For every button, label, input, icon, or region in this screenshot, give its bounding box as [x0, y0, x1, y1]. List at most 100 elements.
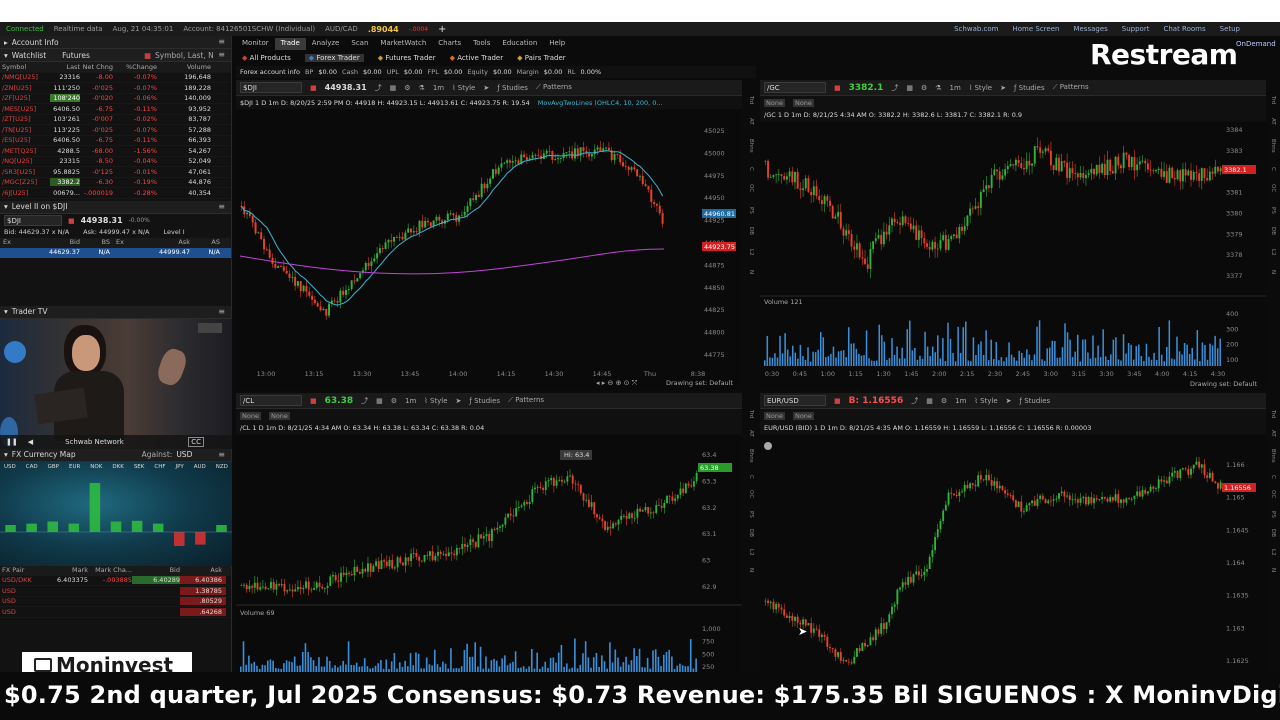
side-tool-l2[interactable]: L2	[748, 549, 754, 556]
symbol-input[interactable]: EUR/USD	[764, 395, 826, 406]
watchlist-row[interactable]: /MGC[Z25] 3382.2 -6.30 -0.19% 44,876	[0, 178, 231, 188]
side-tool-l2[interactable]: L2	[1270, 249, 1276, 256]
link-none-1[interactable]: None	[764, 98, 785, 107]
fx-currency-eur[interactable]: EUR	[69, 464, 80, 470]
fx-currency-jpy[interactable]: JPY	[176, 464, 184, 470]
style-button[interactable]: ⌇ Style	[969, 84, 992, 92]
gear-icon[interactable]: ⚙	[941, 397, 947, 405]
link-setup[interactable]: Setup	[1220, 25, 1240, 33]
fx-against-select[interactable]: USD	[176, 450, 192, 459]
fx-col-bid[interactable]: Bid	[132, 566, 180, 576]
side-tool-c[interactable]: C	[748, 475, 754, 479]
fx-map-menu-icon[interactable]: ≡	[218, 450, 225, 459]
side-tool-db[interactable]: DB	[1270, 227, 1276, 235]
flag-icon[interactable]: ■	[310, 84, 317, 92]
side-tool-ps[interactable]: PS	[1270, 511, 1276, 518]
nav-tab-trade[interactable]: Trade	[274, 38, 306, 50]
side-tool-oc[interactable]: OC	[748, 490, 754, 498]
fx-currency-dkk[interactable]: DKK	[112, 464, 123, 470]
fx-row[interactable]: USD .64268	[0, 607, 231, 618]
nav-tab-education[interactable]: Education	[496, 38, 543, 50]
side-tool-c[interactable]: C	[1270, 167, 1276, 171]
grid-icon[interactable]: ▦	[376, 397, 383, 405]
level2-row[interactable]: 44629.37 N/A 44999.47 N/A	[0, 247, 231, 258]
side-tool-n[interactable]: N	[748, 568, 754, 572]
flag-icon[interactable]: ■	[68, 217, 75, 225]
collapse-icon[interactable]: ▾	[4, 51, 8, 60]
watchlist-row[interactable]: /SR3[U25] 95.8825 -0'125 -0.01% 47,061	[0, 167, 231, 178]
cc-icon[interactable]: CC	[188, 436, 204, 447]
drawing-set-label[interactable]: Drawing set: Default	[1190, 380, 1257, 388]
link-none-2[interactable]: None	[268, 411, 290, 420]
sub-tab-2[interactable]: ◆ Futures Trader	[378, 54, 436, 62]
fx-row[interactable]: USD .80529	[0, 597, 231, 607]
link-schwab[interactable]: Schwab.com	[954, 25, 998, 33]
side-tool-db[interactable]: DB	[1270, 529, 1276, 537]
tv-channel[interactable]: Schwab Network	[65, 438, 124, 446]
side-tool-oc[interactable]: OC	[1270, 490, 1276, 498]
patterns-button[interactable]: ⟋ Patterns	[536, 83, 572, 92]
sub-tab-3[interactable]: ◆ Active Trader	[450, 54, 504, 62]
collapse-icon[interactable]: ▾	[4, 202, 8, 211]
col-volume[interactable]: Volume	[157, 63, 215, 71]
symbol-input[interactable]: $DJI	[240, 82, 302, 93]
side-tool-bhns[interactable]: Bhns	[1270, 449, 1276, 463]
fx-currency-chf[interactable]: CHF	[154, 464, 165, 470]
side-tool-l2[interactable]: L2	[748, 249, 754, 256]
side-tool-n[interactable]: N	[748, 270, 754, 274]
style-button[interactable]: ⌇ Style	[974, 397, 997, 405]
level2-tab[interactable]: Level I	[164, 228, 185, 238]
fx-row[interactable]: USD/DKK 6.403375 -.003885 6.40289 6.40386	[0, 576, 231, 586]
side-tool-db[interactable]: DB	[748, 227, 754, 235]
share-icon[interactable]: ⤴	[361, 396, 368, 406]
side-tool-trd[interactable]: Trd	[1270, 96, 1276, 104]
link-none-1[interactable]: None	[240, 411, 261, 420]
side-tool-ps[interactable]: PS	[1270, 207, 1276, 214]
fx-currency-gbp[interactable]: GBP	[48, 464, 59, 470]
side-tool-trd[interactable]: Trd	[1270, 410, 1276, 418]
collapse-icon[interactable]: ▾	[4, 307, 8, 316]
side-tool-trd[interactable]: Trd	[748, 410, 754, 418]
col-net-chng[interactable]: Net Chng	[80, 63, 113, 71]
watchlist-row[interactable]: /MET[Q25] 4288.5 -68.00 -1.56% 54,267	[0, 146, 231, 157]
side-tool-c[interactable]: C	[1270, 475, 1276, 479]
pause-icon[interactable]: ❚❚	[6, 438, 18, 446]
watchlist-menu-icon[interactable]: ≡	[218, 50, 225, 59]
watchlist-row[interactable]: /ES[U25] 6406.50 -6.75 -0.11% 66,393	[0, 136, 231, 146]
watchlist-row[interactable]: /ZT[U25] 103'261 -0'007 -0.02% 83,787	[0, 115, 231, 125]
fx-col-pair[interactable]: FX Pair	[0, 566, 44, 576]
fx-currency-sek[interactable]: SEK	[134, 464, 145, 470]
col-symbol[interactable]: Symbol	[0, 63, 50, 71]
zoom-icons[interactable]: ◂ ▸ ⊖ ⊕ ⊙ ⤧	[596, 379, 638, 387]
watchlist-row[interactable]: /TN[U25] 113'225 -0'025 -0.07% 57,288	[0, 125, 231, 136]
side-tool-oc[interactable]: OC	[1270, 184, 1276, 192]
cursor-icon[interactable]: ➤	[483, 84, 489, 92]
side-tool-trd[interactable]: Trd	[748, 96, 754, 104]
side-tool-at[interactable]: AT	[748, 430, 754, 437]
sub-tab-1[interactable]: ◆ Forex Trader	[304, 53, 364, 62]
fx-currency-nzd[interactable]: NZD	[216, 464, 228, 470]
drawing-set-label[interactable]: Drawing set: Default	[666, 379, 733, 387]
info-icon[interactable]	[764, 442, 772, 450]
watchlist-row[interactable]: /6J[U25] 00679... -.000019 -0.28% 40,354	[0, 188, 231, 199]
side-tool-at[interactable]: AT	[1270, 430, 1276, 437]
studies-button[interactable]: ƒ Studies	[469, 397, 500, 405]
side-tool-c[interactable]: C	[748, 167, 754, 171]
style-button[interactable]: ⌇ Style	[424, 397, 447, 405]
col-pct-change[interactable]: %Change	[113, 63, 157, 71]
side-tool-n[interactable]: N	[1270, 270, 1276, 274]
link-home-screen[interactable]: Home Screen	[1012, 25, 1059, 33]
collapse-icon[interactable]: ▾	[4, 450, 8, 459]
fx-row[interactable]: USD 1.38785	[0, 586, 231, 597]
side-tool-ps[interactable]: PS	[748, 511, 754, 518]
link-support[interactable]: Support	[1122, 25, 1150, 33]
add-icon[interactable]: +	[438, 24, 446, 35]
watchlist-row[interactable]: /MES[U25] 6406.50 -6.75 -0.11% 93,952	[0, 104, 231, 115]
cursor-icon[interactable]: ➤	[456, 397, 462, 405]
link-none-2[interactable]: None	[792, 411, 814, 420]
beaker-icon[interactable]: ⚗	[419, 84, 425, 92]
watchlist-selector[interactable]: Futures	[62, 51, 90, 60]
eurusd-candle-chart[interactable]: 1.166 1.165 1.1645 1.164 1.1635 1.163 1.1625 1.…	[760, 435, 1266, 672]
patterns-button[interactable]: ⟋ Patterns	[508, 396, 544, 405]
patterns-button[interactable]: ⟋ Patterns	[1053, 83, 1089, 92]
